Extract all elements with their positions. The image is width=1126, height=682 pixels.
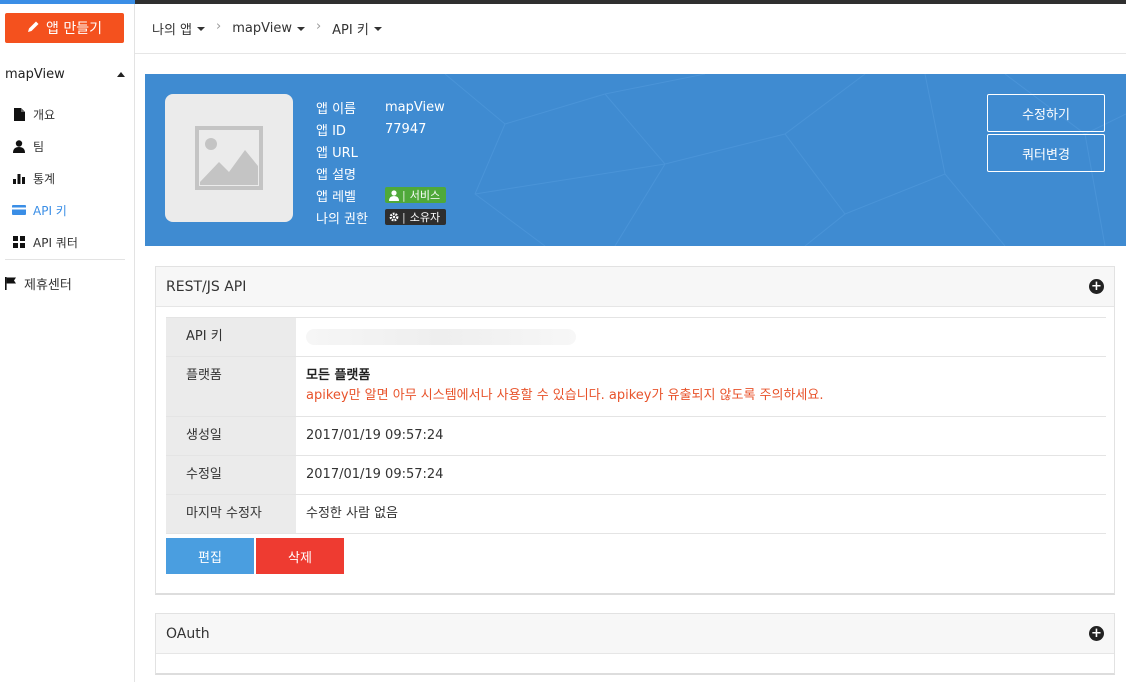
expand-plus-icon[interactable]: + (1089, 626, 1104, 641)
table-row: 플랫폼 모든 플랫폼 apikey만 알면 아무 시스템에서나 사용할 수 있습… (166, 356, 1106, 417)
pencil-icon (27, 20, 40, 37)
api-key-table: API 키 플랫폼 모든 플랫폼 apikey만 알면 아무 시스템에서나 사용… (166, 317, 1106, 534)
app-id-value: 77947 (385, 121, 427, 137)
platform-value: 모든 플랫폼 (306, 368, 371, 383)
sidebar-app-toggle[interactable]: mapView (5, 67, 127, 82)
platform-warning: apikey만 알면 아무 시스템에서나 사용할 수 있습니다. apikey가… (306, 388, 824, 403)
oauth-panel-header: OAuth + (156, 614, 1114, 654)
edit-button[interactable]: 편집 (166, 538, 254, 574)
modified-value: 2017/01/19 09:57:24 (296, 455, 1106, 495)
make-app-button[interactable]: 앱 만들기 (5, 13, 124, 43)
sidebar-item-api-quota[interactable]: API 쿼터 (12, 226, 78, 258)
flag-icon (5, 277, 17, 290)
sidebar: 앱 만들기 mapView 개요 팀 통계 API 키 API 쿼터 제휴센터 (0, 4, 135, 682)
user-icon (12, 139, 26, 153)
chevron-down-icon (296, 26, 305, 31)
my-role-badge: | 소유자 (385, 209, 447, 225)
make-app-label: 앱 만들기 (46, 21, 102, 37)
sidebar-item-label: API 키 (33, 203, 67, 218)
image-placeholder-icon (195, 126, 263, 190)
app-level-value: 서비스 (409, 189, 441, 202)
breadcrumb: 나의 앱 › mapView › API 키 (135, 4, 1126, 54)
last-editor-value: 수정한 사람 없음 (296, 494, 1106, 534)
sidebar-item-overview[interactable]: 개요 (12, 98, 78, 130)
sidebar-item-label: API 쿼터 (33, 235, 78, 250)
chevron-down-icon (197, 26, 206, 31)
api-key-value[interactable] (296, 317, 1106, 357)
breadcrumb-api-key[interactable]: API 키 (332, 19, 382, 38)
sidebar-item-label: 팀 (33, 139, 45, 154)
app-header: 앱 이름 mapView 앱 ID 77947 앱 URL 앱 설명 앱 레벨 … (145, 74, 1126, 246)
gear-icon: | (389, 211, 406, 224)
user-icon: | (389, 189, 406, 202)
sidebar-item-label: 통계 (33, 171, 56, 186)
partner-label: 제휴센터 (24, 278, 72, 293)
api-key-redacted (306, 328, 576, 345)
chevron-down-icon (373, 26, 382, 31)
caret-up-icon (117, 72, 125, 77)
breadcrumb-label: API 키 (332, 23, 369, 38)
oauth-panel: OAuth + (155, 613, 1115, 675)
table-row: 수정일 2017/01/19 09:57:24 (166, 455, 1106, 495)
app-name-label: 앱 이름 (316, 101, 357, 117)
sidebar-item-label: 개요 (33, 107, 56, 122)
bar-chart-icon (12, 171, 26, 185)
platform-cell: 모든 플랫폼 apikey만 알면 아무 시스템에서나 사용할 수 있습니다. … (296, 356, 1106, 417)
app-id-label: 앱 ID (316, 123, 346, 139)
sidebar-item-team[interactable]: 팀 (12, 130, 78, 162)
created-label: 생성일 (166, 416, 296, 456)
document-icon (12, 107, 26, 121)
sidebar-menu: 개요 팀 통계 API 키 API 쿼터 (12, 98, 78, 258)
grid-icon (12, 235, 26, 249)
app-info: 앱 이름 mapView 앱 ID 77947 앱 URL 앱 설명 앱 레벨 … (316, 96, 447, 228)
sidebar-item-partner[interactable]: 제휴센터 (5, 274, 72, 293)
sidebar-app-name: mapView (5, 67, 65, 82)
my-role-label: 나의 권한 (316, 211, 368, 227)
app-name-value: mapView (385, 99, 445, 115)
platform-label: 플랫폼 (166, 356, 296, 417)
sidebar-item-stats[interactable]: 통계 (12, 162, 78, 194)
app-level-label: 앱 레벨 (316, 189, 357, 205)
card-icon (12, 203, 26, 217)
oauth-panel-title: OAuth (166, 625, 210, 642)
app-url-label: 앱 URL (316, 145, 358, 161)
expand-plus-icon[interactable]: + (1089, 279, 1104, 294)
app-level-badge: | 서비스 (385, 187, 447, 203)
breadcrumb-separator-icon: › (315, 19, 322, 34)
edit-app-button[interactable]: 수정하기 (987, 94, 1105, 132)
change-quota-button[interactable]: 쿼터변경 (987, 134, 1105, 172)
breadcrumb-app[interactable]: mapView (232, 21, 305, 36)
breadcrumb-my-apps[interactable]: 나의 앱 (152, 19, 206, 38)
breadcrumb-label: 나의 앱 (152, 23, 193, 38)
sidebar-item-api-key[interactable]: API 키 (12, 194, 78, 226)
breadcrumb-separator-icon: › (216, 19, 222, 34)
rest-api-panel: REST/JS API + API 키 플랫폼 모든 플랫폼 apikey만 알… (155, 266, 1115, 595)
app-description-label: 앱 설명 (316, 167, 357, 183)
created-value: 2017/01/19 09:57:24 (296, 416, 1106, 456)
app-thumbnail[interactable] (165, 94, 293, 222)
api-key-label: API 키 (166, 317, 296, 357)
modified-label: 수정일 (166, 455, 296, 495)
rest-api-panel-header: REST/JS API + (156, 267, 1114, 307)
breadcrumb-label: mapView (232, 21, 292, 36)
table-row: 생성일 2017/01/19 09:57:24 (166, 416, 1106, 456)
delete-button[interactable]: 삭제 (256, 538, 344, 574)
sidebar-divider (5, 259, 125, 260)
table-row: 마지막 수정자 수정한 사람 없음 (166, 494, 1106, 534)
last-editor-label: 마지막 수정자 (166, 494, 296, 534)
rest-api-panel-title: REST/JS API (166, 278, 247, 295)
table-row: API 키 (166, 317, 1106, 357)
my-role-value: 소유자 (409, 211, 441, 224)
